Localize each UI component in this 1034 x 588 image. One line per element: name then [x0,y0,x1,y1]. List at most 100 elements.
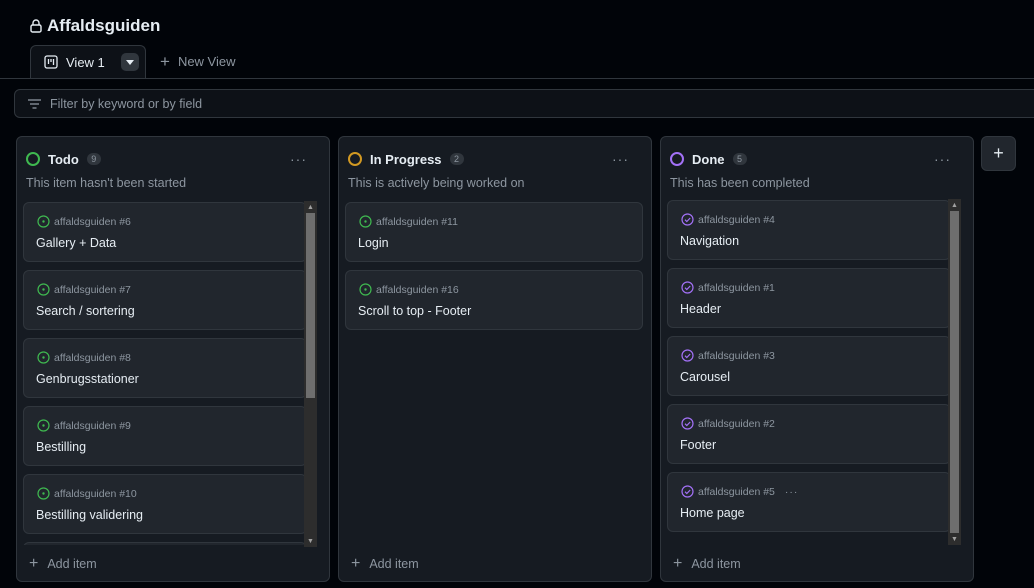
issue-ref-text: affaldsguiden #3 [698,349,775,362]
issue-title: Gallery + Data [36,236,117,250]
project-title: Affaldsguiden [47,16,161,35]
issue-title: Navigation [680,234,740,248]
column-in-progress: In Progress 2 ··· This is actively being… [338,136,652,582]
scrollbar[interactable]: ▲ ▼ [948,199,961,545]
issue-reference: affaldsguiden #16 [359,283,459,296]
view-options-button[interactable] [120,53,139,71]
issue-open-icon [37,487,50,500]
issue-open-icon [37,215,50,228]
column-header: Done 5 ··· [670,149,963,169]
issue-reference: affaldsguiden #3 [681,349,775,362]
scrollbar[interactable]: ▲ ▼ [304,201,317,547]
issue-title: Carousel [680,370,731,384]
column-name: In Progress [370,151,442,167]
scroll-down-arrow[interactable]: ▼ [948,533,961,545]
issue-reference: affaldsguiden #10 [37,487,137,500]
column-header: In Progress 2 ··· [348,149,641,169]
issue-open-icon [37,283,50,296]
view-tabs: View 1 + New View [0,45,1034,79]
scroll-up-arrow[interactable]: ▲ [948,199,961,211]
column-description: This is actively being worked on [348,176,525,190]
filter-placeholder: Filter by keyword or by field [50,96,203,111]
issue-ref-text: affaldsguiden #2 [698,417,775,430]
issue-closed-icon [681,281,694,294]
column-menu-button[interactable]: ··· [290,151,307,167]
item-count-badge: 5 [732,153,747,165]
scroll-down-arrow[interactable]: ▼ [304,535,317,547]
column-menu-button[interactable]: ··· [934,151,951,167]
filter-icon [28,98,41,109]
issue-ref-text: affaldsguiden #6 [54,215,131,228]
plus-icon: + [673,555,683,572]
item-count-badge: 2 [449,153,464,165]
issue-reference: affaldsguiden #6 [37,215,131,228]
card-list: affaldsguiden #11 Login affaldsguiden #1… [345,201,645,545]
plus-icon: + [29,555,39,572]
status-done-icon [670,152,684,166]
issue-title: Home page [680,506,745,520]
column-menu-button[interactable]: ··· [612,151,629,167]
issue-ref-text: affaldsguiden #16 [376,283,459,296]
scrollbar-thumb[interactable] [950,211,959,533]
issue-card[interactable]: affaldsguiden #7 Search / sortering [23,270,307,330]
issue-ref-text: affaldsguiden #4 [698,213,775,226]
card-list: affaldsguiden #4 Navigation affaldsguide… [667,199,952,543]
issue-card[interactable]: affaldsguiden #1 Header [667,268,951,328]
issue-ref-text: affaldsguiden #8 [54,351,131,364]
issue-card[interactable]: affaldsguiden #9 Bestilling [23,406,307,466]
issue-card[interactable]: affaldsguiden #10 Bestilling validering [23,474,307,534]
issue-title: Header [680,302,721,316]
add-item-button[interactable]: + Add item [351,556,419,572]
chevron-down-icon [125,59,134,65]
issue-card[interactable]: affaldsguiden #16 Scroll to top - Footer [345,270,643,330]
issue-reference: affaldsguiden #9 [37,419,131,432]
tab-view-1-label: View 1 [66,54,105,70]
issue-reference: affaldsguiden #7 [37,283,131,296]
project-header: Affaldsguiden [30,14,160,38]
add-item-label: Add item [369,557,419,571]
board-icon [44,55,58,69]
scroll-up-arrow[interactable]: ▲ [304,201,317,213]
issue-reference: affaldsguiden #8 [37,351,131,364]
issue-ref-text: affaldsguiden #1 [698,281,775,294]
card-list: affaldsguiden #6 Gallery + Data affaldsg… [23,201,308,545]
issue-title: Login [358,236,389,250]
issue-title: Bestilling validering [36,508,144,522]
scrollbar-thumb[interactable] [306,213,315,398]
status-todo-icon [26,152,40,166]
issue-card[interactable]: affaldsguiden #11 Login [345,202,643,262]
add-column-button[interactable]: + [981,136,1016,171]
issue-open-icon [359,283,372,296]
add-item-button[interactable]: + Add item [673,555,741,572]
issue-ref-text: affaldsguiden #5 [698,485,775,498]
add-item-button[interactable]: + Add item [29,555,97,572]
status-in-progress-icon [348,152,362,166]
column-name: Todo [48,151,79,167]
column-header: Todo 9 ··· [26,149,319,169]
issue-ref-text: affaldsguiden #7 [54,283,131,296]
issue-card[interactable]: affaldsguiden #5 ··· Home page [667,472,951,532]
issue-card[interactable]: affaldsguiden #3 Carousel [667,336,951,396]
item-count-badge: 9 [86,153,101,165]
issue-title: Scroll to top - Footer [358,304,472,318]
tab-view-1[interactable]: View 1 [30,45,146,78]
new-view-button[interactable]: + New View [160,53,236,70]
new-view-label: New View [177,54,236,69]
plus-icon: + [993,143,1004,163]
issue-title: Footer [680,438,717,452]
issue-card[interactable]: affaldsguiden #2 Footer [667,404,951,464]
issue-closed-icon [681,417,694,430]
issue-title: Bestilling [36,440,87,454]
issue-card[interactable]: affaldsguiden #4 Navigation [667,200,951,260]
issue-reference: affaldsguiden #11 [359,215,458,228]
issue-card[interactable]: affaldsguiden #6 Gallery + Data [23,202,307,262]
issue-reference: affaldsguiden #5 ··· [681,485,798,498]
issue-ref-text: affaldsguiden #9 [54,419,131,432]
add-item-label: Add item [691,557,741,571]
filter-input[interactable]: Filter by keyword or by field [14,89,1034,118]
issue-title: Search / sortering [36,304,135,318]
issue-card[interactable]: affaldsguiden #8 Genbrugsstationer [23,338,307,398]
issue-card-partial[interactable] [23,542,307,545]
card-menu-button[interactable]: ··· [785,486,799,498]
issue-reference: affaldsguiden #2 [681,417,775,430]
